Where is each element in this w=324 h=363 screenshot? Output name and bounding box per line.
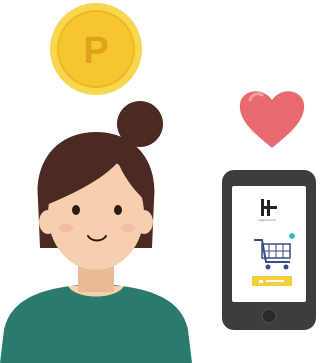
woman-avatar (0, 101, 192, 363)
app-logo-caption: Nojima Point (258, 218, 276, 222)
smartphone-icon (222, 170, 316, 330)
points-shopping-illustration (0, 3, 316, 363)
heart-icon (239, 91, 305, 148)
app-button (252, 276, 292, 286)
coin-letter: P (83, 30, 109, 72)
